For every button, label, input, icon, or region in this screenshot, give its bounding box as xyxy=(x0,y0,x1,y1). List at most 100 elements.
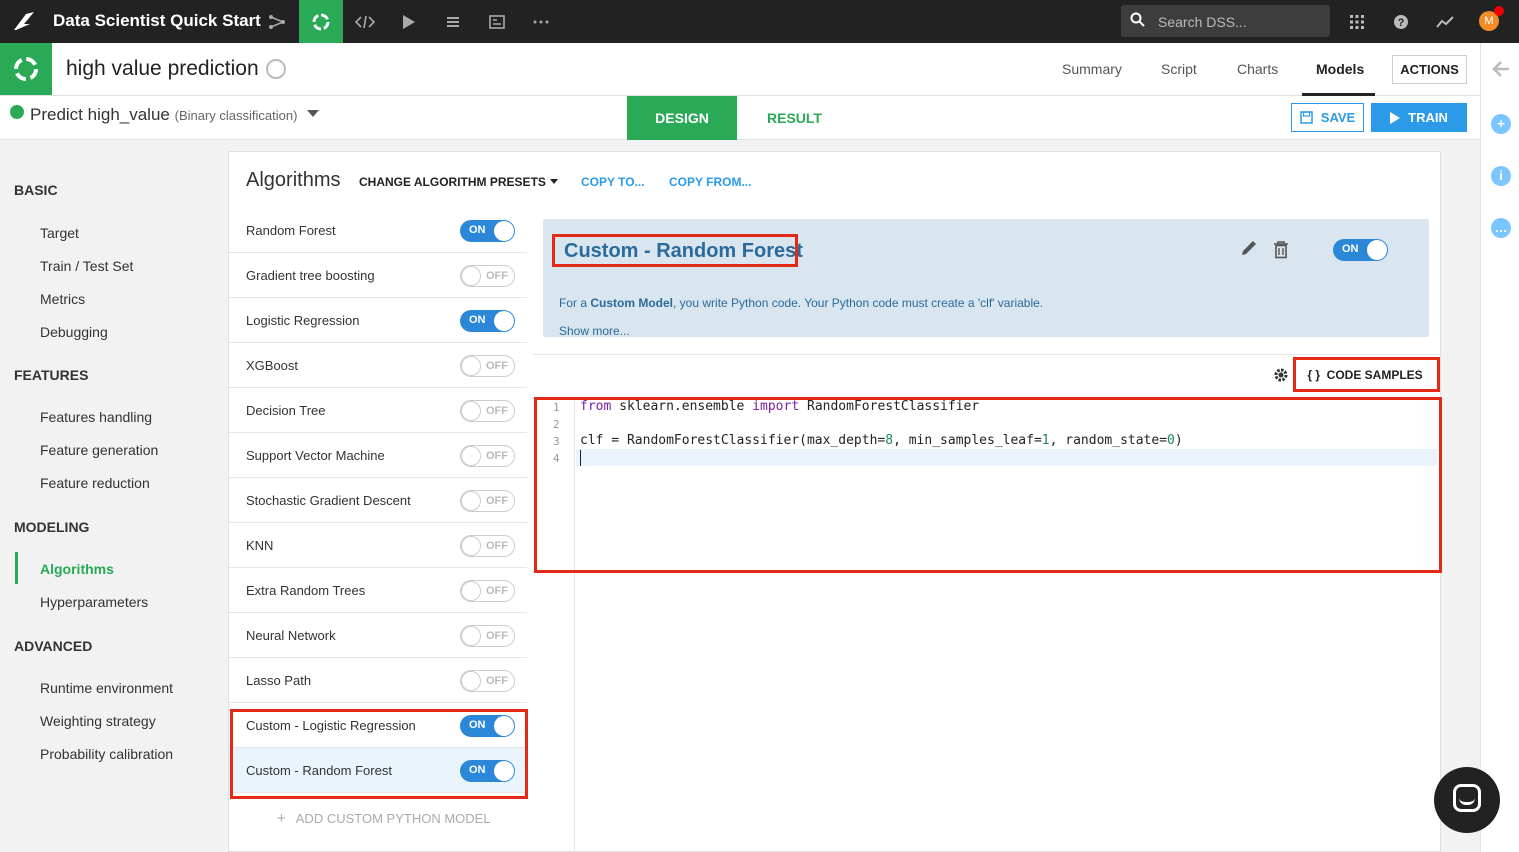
stack-icon[interactable] xyxy=(431,0,475,43)
algorithm-row[interactable]: Neural Network OFF xyxy=(229,613,527,658)
search-input[interactable]: Search DSS... xyxy=(1121,5,1330,37)
algorithm-name: Logistic Regression xyxy=(246,313,360,328)
algorithm-row[interactable]: Support Vector Machine OFF xyxy=(229,433,527,478)
tab-models[interactable]: Models xyxy=(1316,61,1364,77)
play-icon xyxy=(1390,111,1401,124)
add-custom-model-button[interactable]: + ADD CUSTOM PYTHON MODEL xyxy=(277,810,491,827)
analysis-icon[interactable] xyxy=(299,0,343,43)
tab-result[interactable]: RESULT xyxy=(737,96,852,140)
help-icon[interactable]: ? xyxy=(1383,0,1419,43)
gear-icon[interactable] xyxy=(1274,368,1288,382)
flow-icon[interactable] xyxy=(255,0,299,43)
highlight-code-samples xyxy=(1293,357,1440,392)
active-item-indicator xyxy=(15,552,18,584)
desc-bold: Custom Model xyxy=(590,296,674,310)
algorithm-row[interactable]: Extra Random Trees OFF xyxy=(229,568,527,613)
project-title[interactable]: Data Scientist Quick Start xyxy=(53,11,261,31)
algorithm-row[interactable]: KNN OFF xyxy=(229,523,527,568)
run-icon[interactable] xyxy=(387,0,431,43)
search-icon xyxy=(1130,12,1145,27)
toggle-label: OFF xyxy=(486,450,508,462)
algorithm-toggle[interactable]: ON xyxy=(460,220,515,242)
train-button[interactable]: TRAIN xyxy=(1371,103,1467,132)
algorithm-row[interactable]: XGBoost OFF xyxy=(229,343,527,388)
tab-charts[interactable]: Charts xyxy=(1237,61,1278,77)
ml-task-name: Predict high_value xyxy=(30,105,170,124)
algorithm-toggle[interactable]: OFF xyxy=(460,490,515,512)
pencil-icon[interactable] xyxy=(1240,239,1258,257)
chevron-down-icon[interactable] xyxy=(307,110,319,117)
trash-icon[interactable] xyxy=(1273,241,1289,259)
tab-script[interactable]: Script xyxy=(1161,61,1197,77)
algorithm-toggle[interactable]: ON xyxy=(460,310,515,332)
collapse-arrow-icon[interactable] xyxy=(1492,61,1510,77)
analysis-header: high value prediction Summary Script Cha… xyxy=(0,43,1480,96)
algorithm-row[interactable]: Stochastic Gradient Descent OFF xyxy=(229,478,527,523)
train-label: TRAIN xyxy=(1408,110,1448,125)
algorithm-toggle[interactable]: OFF xyxy=(460,265,515,287)
save-button[interactable]: SAVE xyxy=(1291,103,1364,132)
toggle-knob xyxy=(461,626,481,646)
analysis-title[interactable]: high value prediction xyxy=(66,57,259,81)
more-icon[interactable] xyxy=(519,0,563,43)
add-icon[interactable]: + xyxy=(1491,114,1511,134)
tab-design[interactable]: DESIGN xyxy=(627,96,737,140)
ml-task-title[interactable]: Predict high_value (Binary classificatio… xyxy=(30,105,297,125)
change-presets-dropdown[interactable]: CHANGE ALGORITHM PRESETS xyxy=(359,175,558,189)
compass-icon[interactable] xyxy=(266,59,286,79)
sidebar-item-weighting-strategy[interactable]: Weighting strategy xyxy=(40,713,156,729)
sidebar-item-hyperparameters[interactable]: Hyperparameters xyxy=(40,594,148,610)
sidebar-item-debugging[interactable]: Debugging xyxy=(40,324,108,340)
algorithm-toggle[interactable]: OFF xyxy=(460,445,515,467)
actions-button[interactable]: ACTIONS xyxy=(1392,55,1467,84)
apps-grid-icon[interactable] xyxy=(1339,0,1375,43)
sidebar-item-algorithms[interactable]: Algorithms xyxy=(40,561,114,577)
code-icon[interactable] xyxy=(343,0,387,43)
analysis-icon xyxy=(14,57,38,81)
algorithm-row[interactable]: Gradient tree boosting OFF xyxy=(229,253,527,298)
show-more-link[interactable]: Show more... xyxy=(559,324,630,338)
add-custom-label: ADD CUSTOM PYTHON MODEL xyxy=(295,811,491,826)
toggle-knob xyxy=(494,311,514,331)
activity-icon[interactable] xyxy=(1427,0,1463,43)
algorithm-row[interactable]: Logistic Regression ON xyxy=(229,298,527,343)
dataiku-logo[interactable] xyxy=(12,10,36,32)
section-features: FEATURES xyxy=(14,367,89,383)
copy-from-link[interactable]: COPY FROM... xyxy=(669,175,751,189)
algorithm-name: Neural Network xyxy=(246,628,336,643)
algorithm-name: Random Forest xyxy=(246,223,336,238)
algorithm-toggle[interactable]: OFF xyxy=(460,355,515,377)
user-avatar[interactable]: M xyxy=(1479,6,1504,31)
sidebar-item-train-test-set[interactable]: Train / Test Set xyxy=(40,258,133,274)
copy-to-link[interactable]: COPY TO... xyxy=(581,175,645,189)
algorithm-toggle[interactable]: OFF xyxy=(460,625,515,647)
tab-summary[interactable]: Summary xyxy=(1062,61,1122,77)
dashboard-icon[interactable] xyxy=(475,0,519,43)
algorithm-row[interactable]: Decision Tree OFF xyxy=(229,388,527,433)
algorithm-enabled-toggle[interactable]: ON xyxy=(1333,239,1388,261)
algorithm-name: Decision Tree xyxy=(246,403,326,418)
sidebar-item-probability-calibration[interactable]: Probability calibration xyxy=(40,746,173,762)
algorithm-toggle[interactable]: OFF xyxy=(460,670,515,692)
algorithm-row[interactable]: Random Forest ON xyxy=(229,208,527,253)
toggle-label: OFF xyxy=(486,405,508,417)
algorithm-toggle[interactable]: OFF xyxy=(460,535,515,557)
algorithm-toggle[interactable]: OFF xyxy=(460,580,515,602)
algorithm-toggle[interactable]: OFF xyxy=(460,400,515,422)
discussion-icon[interactable]: … xyxy=(1491,218,1511,238)
sidebar-item-features-handling[interactable]: Features handling xyxy=(40,409,152,425)
info-icon[interactable]: i xyxy=(1491,166,1511,186)
sidebar-item-metrics[interactable]: Metrics xyxy=(40,291,85,307)
algorithm-row[interactable]: Lasso Path OFF xyxy=(229,658,527,703)
toggle-knob xyxy=(1367,240,1387,260)
algorithm-name: KNN xyxy=(246,538,274,553)
toggle-label: OFF xyxy=(486,540,508,552)
chat-launcher[interactable] xyxy=(1434,767,1500,833)
section-modeling: MODELING xyxy=(14,519,90,535)
highlight-custom-models xyxy=(230,709,528,799)
sidebar-item-target[interactable]: Target xyxy=(40,225,79,241)
sidebar-item-feature-reduction[interactable]: Feature reduction xyxy=(40,475,150,491)
preset-label: CHANGE ALGORITHM PRESETS xyxy=(359,175,546,189)
sidebar-item-feature-generation[interactable]: Feature generation xyxy=(40,442,158,458)
sidebar-item-runtime-environment[interactable]: Runtime environment xyxy=(40,680,173,696)
